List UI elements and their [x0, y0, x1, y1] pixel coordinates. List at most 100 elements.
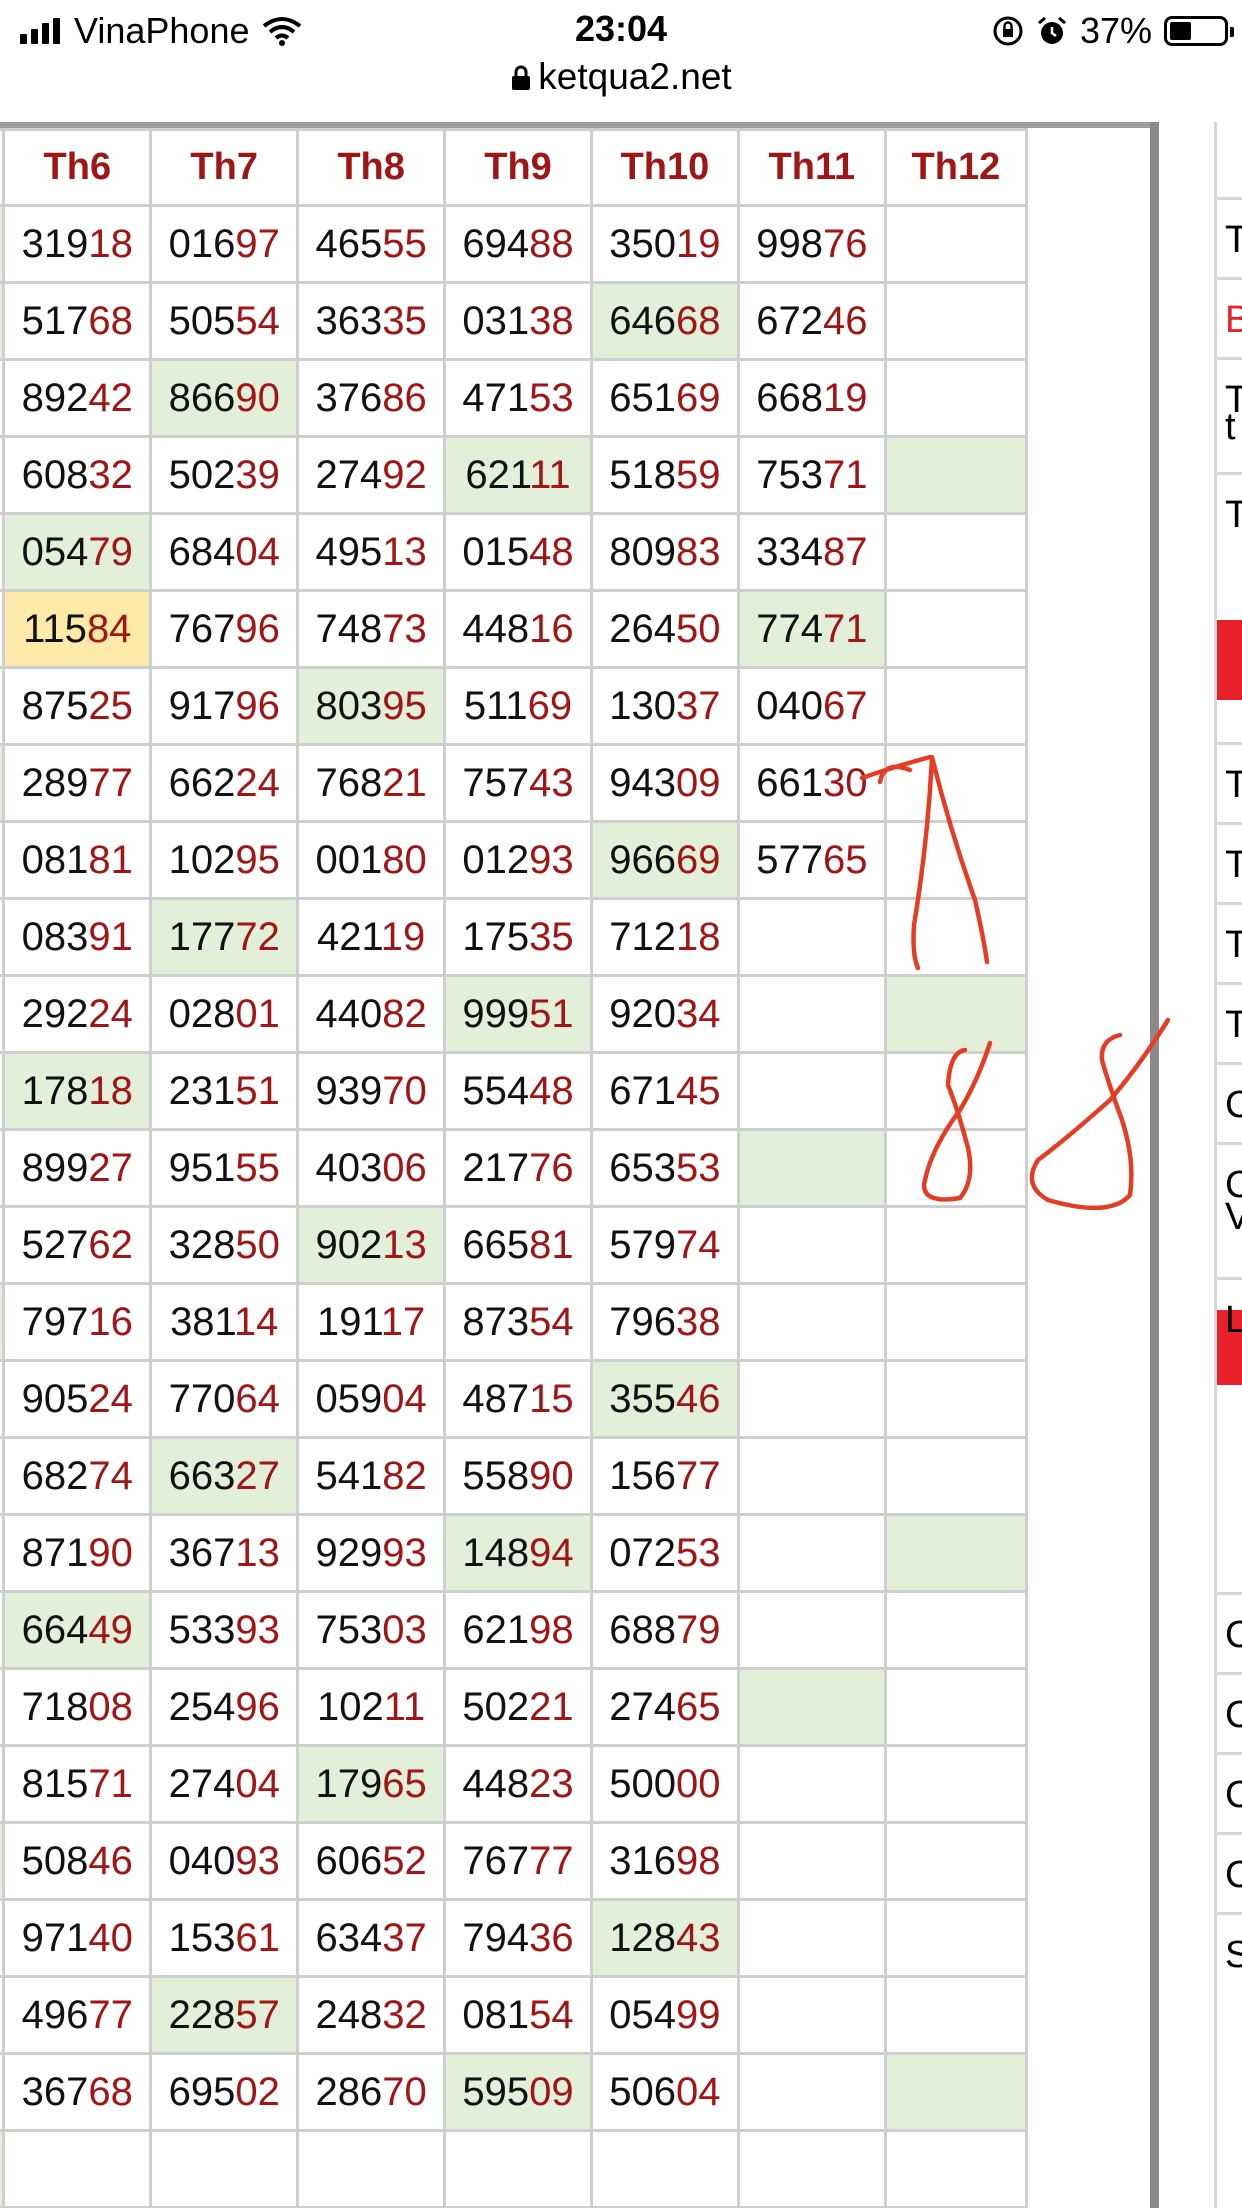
- number-suffix: 15: [529, 1376, 574, 1421]
- result-cell: [883, 1205, 1029, 1285]
- result-cell: 62198: [443, 1590, 593, 1670]
- result-cell: [883, 1436, 1029, 1516]
- column-header: Th8: [296, 128, 447, 207]
- result-cell: 04067: [736, 666, 887, 746]
- number-prefix: 274: [315, 452, 383, 497]
- table-header-row: Th6 Th7 Th8 Th9 Th10 Th11 Th12: [0, 128, 1029, 207]
- side-panel-item[interactable]: S: [1217, 1912, 1242, 1992]
- side-panel-item[interactable]: t: [1217, 408, 1242, 446]
- number-prefix: 577: [756, 837, 823, 882]
- results-table-panel[interactable]: Th6Th7Th8Th9Th10Th11Th12 131918016974655…: [0, 122, 1150, 2208]
- column-header: Th9: [443, 128, 593, 207]
- number-prefix: 350: [609, 221, 677, 266]
- result-cell: 93970: [296, 1051, 447, 1131]
- number-suffix: 54: [529, 1299, 574, 1344]
- result-cell: 44823: [443, 1744, 593, 1824]
- result-cell: 17818: [2, 1051, 153, 1131]
- side-panel-item[interactable]: C: [1217, 1592, 1242, 1672]
- number-prefix: 943: [609, 760, 677, 805]
- number-prefix: 102: [168, 837, 236, 882]
- number-prefix: 554: [462, 1068, 530, 1113]
- result-cell: [883, 358, 1029, 438]
- result-cell: 38114: [149, 1282, 300, 1362]
- side-panel-item[interactable]: T: [1217, 822, 1242, 902]
- result-cell: 10211: [296, 1667, 447, 1747]
- number-suffix: 81: [529, 1222, 574, 1267]
- side-panel-item[interactable]: T: [1217, 902, 1242, 982]
- side-panel-item[interactable]: C: [1217, 1062, 1242, 1142]
- side-panel-item[interactable]: T: [1217, 982, 1242, 1062]
- side-panel-item[interactable]: L: [1217, 1277, 1242, 1357]
- number-prefix: 363: [315, 298, 383, 343]
- number-prefix: 999: [462, 991, 530, 1036]
- table-row: 4054796840449513015488098333487: [0, 512, 1029, 592]
- number-suffix: 04: [235, 1761, 280, 1806]
- number-suffix: 92: [382, 452, 427, 497]
- result-cell: 36768: [2, 2052, 153, 2132]
- number-prefix: 448: [462, 606, 530, 651]
- result-cell: 79436: [443, 1898, 593, 1978]
- result-cell: 51768: [2, 281, 153, 361]
- result-cell: 86690: [149, 358, 300, 438]
- result-cell: 54182: [296, 1436, 447, 1516]
- result-cell: 68879: [589, 1590, 740, 1670]
- result-cell: 14894: [443, 1513, 593, 1593]
- result-cell: [883, 1051, 1029, 1131]
- number-prefix: 533: [168, 1607, 236, 1652]
- number-suffix: 77: [88, 760, 133, 805]
- number-suffix: 43: [529, 760, 574, 805]
- result-cell: 69488: [443, 204, 593, 284]
- number-prefix: 718: [21, 1684, 89, 1729]
- number-prefix: 920: [609, 991, 677, 1036]
- number-prefix: 217: [462, 1145, 530, 1190]
- number-prefix: 668: [756, 375, 823, 420]
- table-row: 0608325023927492621115185975371: [0, 435, 1029, 515]
- number-suffix: 24: [88, 991, 133, 1036]
- number-prefix: 803: [315, 683, 383, 728]
- result-cell: 17965: [296, 1744, 447, 1824]
- number-suffix: 90: [235, 375, 280, 420]
- result-cell: 28977: [2, 743, 153, 823]
- side-panel-item[interactable]: C: [1217, 1672, 1242, 1752]
- result-cell: 50554: [149, 281, 300, 361]
- address-url[interactable]: ketqua2.net: [0, 56, 1242, 98]
- number-suffix: 93: [235, 1607, 280, 1652]
- result-cell: 87525: [2, 666, 153, 746]
- number-suffix: 38: [529, 298, 574, 343]
- result-cell: 76777: [443, 1821, 593, 1901]
- side-panel-item[interactable]: C: [1217, 1832, 1242, 1912]
- number-suffix: 72: [235, 914, 280, 959]
- result-cell: 67246: [736, 281, 887, 361]
- result-cell: 15677: [589, 1436, 740, 1516]
- number-suffix: 81: [88, 837, 133, 882]
- side-panel-item[interactable]: T: [1217, 742, 1242, 822]
- result-cell: 05479: [2, 512, 153, 592]
- number-suffix: 53: [676, 1145, 721, 1190]
- side-panel-item[interactable]: V: [1217, 1197, 1242, 1237]
- number-suffix: 87: [822, 529, 868, 574]
- side-panel-item[interactable]: C: [1217, 1752, 1242, 1832]
- number-suffix: 18: [88, 1068, 133, 1113]
- table-row: 6115847679674873448162645077471: [0, 589, 1029, 669]
- side-panel-item[interactable]: T: [1217, 197, 1242, 277]
- number-prefix: 153: [168, 1915, 236, 1960]
- result-cell: 90213: [296, 1205, 447, 1285]
- result-cell: [589, 2129, 740, 2208]
- number-prefix: 518: [609, 452, 677, 497]
- number-prefix: 248: [315, 1992, 383, 2037]
- number-suffix: 53: [529, 375, 574, 420]
- number-suffix: 52: [382, 1838, 427, 1883]
- number-prefix: 684: [168, 529, 236, 574]
- result-cell: 23151: [149, 1051, 300, 1131]
- result-cell: 27404: [149, 1744, 300, 1824]
- result-cell: 87190: [2, 1513, 153, 1593]
- result-cell: 44816: [443, 589, 593, 669]
- side-panel-item[interactable]: B: [1217, 277, 1242, 357]
- number-suffix: 48: [529, 1068, 574, 1113]
- result-cell: 24832: [296, 1975, 447, 2055]
- number-suffix: 50: [676, 606, 721, 651]
- result-cell: [736, 2052, 887, 2132]
- side-panel[interactable]: TBTtTTTTTCCVLCCCCS: [1159, 122, 1242, 2208]
- side-panel-item[interactable]: T: [1217, 472, 1242, 552]
- result-cell: 50221: [443, 1667, 593, 1747]
